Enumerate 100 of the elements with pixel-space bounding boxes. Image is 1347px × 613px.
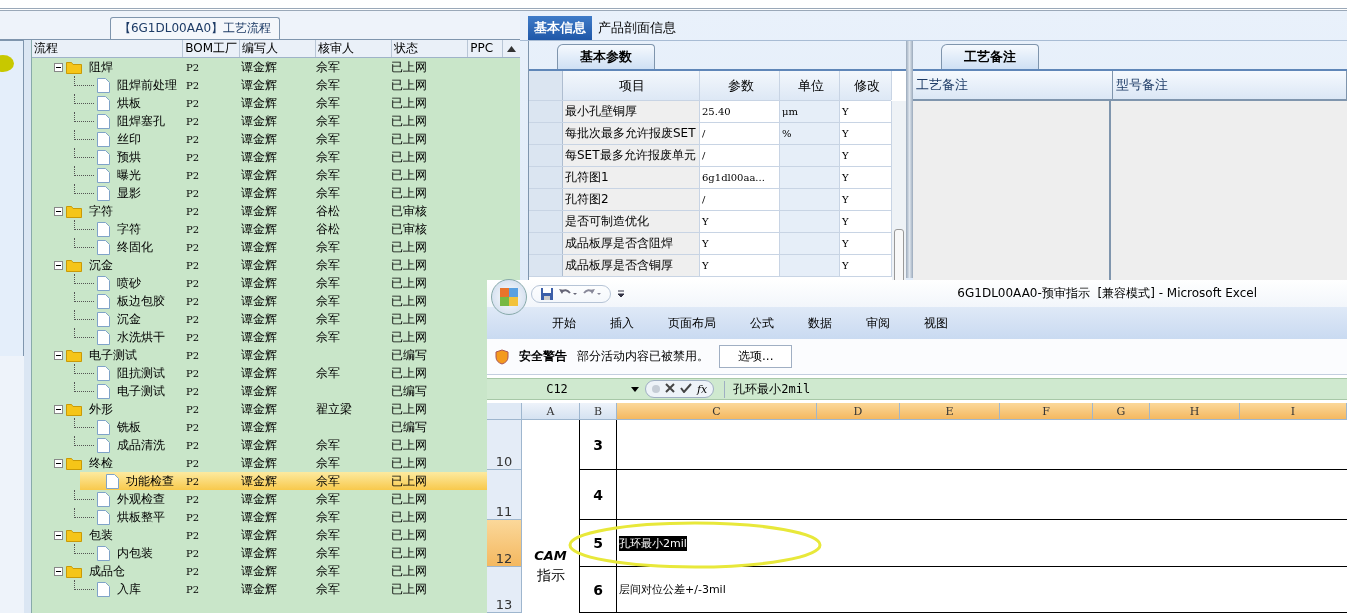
ribbon-tab[interactable]: 数据	[791, 314, 849, 332]
tree-row[interactable]: 阻焊塞孔 P2 谭金辉 佘军 已上网	[32, 112, 487, 130]
tree-row[interactable]: 烘板 P2 谭金辉 佘军 已上网	[32, 94, 487, 112]
tree-row[interactable]: 电子测试 P2 谭金辉 已编写	[32, 382, 487, 400]
ribbon-tab[interactable]: 页面布局	[651, 314, 733, 332]
column-header[interactable]: 型号备注	[1113, 71, 1347, 99]
column-header[interactable]: E	[900, 403, 1000, 420]
column-header[interactable]: 工艺备注	[913, 71, 1113, 99]
collapse-icon[interactable]	[54, 350, 63, 360]
dropdown-icon[interactable]	[631, 386, 639, 392]
formula-field[interactable]: 孔环最小2mil	[724, 380, 1347, 398]
tree-row[interactable]: 水洗烘干 P2 谭金辉 佘军 已上网	[32, 328, 487, 346]
table-cell-text: 谭金辉	[240, 274, 278, 292]
table-cell-text: 已上网	[390, 328, 428, 346]
ribbon-tab[interactable]: 插入	[593, 314, 651, 332]
ribbon-tab[interactable]: 审阅	[849, 314, 907, 332]
column-header[interactable]: I	[1240, 403, 1347, 420]
column-header[interactable]: 修改	[840, 71, 892, 100]
table-cell-text: 已审核	[390, 220, 428, 238]
collapse-icon[interactable]	[54, 530, 63, 540]
row-header[interactable]: 11	[487, 470, 522, 520]
notes-field[interactable]	[1111, 101, 1347, 281]
tree-row[interactable]: 沉金 P2 谭金辉 佘军 已上网	[32, 256, 487, 274]
column-header[interactable]: 核审人	[315, 40, 393, 57]
tree-row[interactable]: 铣板 P2 谭金辉 已编写	[32, 418, 487, 436]
column-header[interactable]: 编写人	[239, 40, 316, 57]
column-header[interactable]: 状态	[392, 40, 469, 57]
column-header[interactable]: G	[1093, 403, 1150, 420]
tree-row[interactable]: 阻焊前处理 P2 谭金辉 佘军 已上网	[32, 76, 487, 94]
column-header[interactable]: B	[580, 403, 617, 420]
tab[interactable]: 产品剖面信息	[592, 16, 682, 40]
tree-row[interactable]: 丝印 P2 谭金辉 佘军 已上网	[32, 130, 487, 148]
document-icon	[97, 419, 110, 435]
column-header[interactable]: 参数	[700, 71, 780, 100]
dropdown-icon[interactable]	[617, 289, 625, 298]
row-header[interactable]: 13	[487, 567, 522, 613]
splitter-handle[interactable]	[24, 40, 32, 613]
column-header[interactable]: H	[1150, 403, 1240, 420]
table-cell: 佘军	[316, 508, 340, 526]
tree-row[interactable]: 功能检查 P2 谭金辉 佘军 已上网	[80, 472, 487, 490]
tree-row[interactable]: 成品仓 P2 谭金辉 佘军 已上网	[32, 562, 487, 580]
table-cell-text: 已上网	[390, 526, 428, 544]
column-header[interactable]: 单位	[780, 71, 840, 100]
ribbon-tab[interactable]: 公式	[733, 314, 791, 332]
tab[interactable]: 基本参数	[557, 44, 655, 69]
tree-row[interactable]: 曝光 P2 谭金辉 佘军 已上网	[32, 166, 487, 184]
table-cell-text: 谭金辉	[240, 202, 278, 220]
options-button[interactable]: 选项...	[719, 345, 793, 369]
column-header[interactable]: A	[522, 403, 580, 420]
tree-row[interactable]: 外观检查 P2 谭金辉 佘军 已上网	[32, 490, 487, 508]
tree-row[interactable]: 喷砂 P2 谭金辉 佘军 已上网	[32, 274, 487, 292]
row-header[interactable]: 12	[487, 520, 522, 567]
tab[interactable]: 基本信息	[528, 16, 592, 40]
collapse-icon[interactable]	[54, 260, 63, 270]
collapse-icon[interactable]	[54, 62, 63, 72]
tree-row[interactable]: 外形 P2 谭金辉 翟立梁 已上网	[32, 400, 487, 418]
scrollbar[interactable]	[892, 101, 906, 280]
ribbon-tab[interactable]: 开始	[535, 314, 593, 332]
column-header[interactable]: BOM工厂	[183, 40, 240, 57]
tree-row[interactable]: 内包装 P2 谭金辉 佘军 已上网	[32, 544, 487, 562]
table-cell: 每SET最多允许报废单元	[563, 145, 700, 166]
collapse-icon[interactable]	[54, 206, 63, 216]
tree-row[interactable]: 字符 P2 谭金辉 谷松 已审核	[32, 202, 487, 220]
tree-row[interactable]: 阻焊 P2 谭金辉 佘军 已上网	[32, 58, 487, 76]
column-header[interactable]: D	[817, 403, 900, 420]
column-header[interactable]: F	[1000, 403, 1093, 420]
tree-row[interactable]: 阻抗测试 P2 谭金辉 佘军 已上网	[32, 364, 487, 382]
table-cell: 佘军	[316, 238, 340, 256]
column-header[interactable]: C	[617, 403, 817, 420]
notes-field[interactable]	[913, 101, 1111, 281]
name-box[interactable]: C12	[487, 382, 627, 397]
insert-function-button[interactable]: fx	[697, 382, 708, 396]
folder-icon	[66, 258, 82, 272]
row-header[interactable]: 10	[487, 420, 522, 470]
select-all-corner[interactable]	[487, 403, 522, 420]
panel-title-tab[interactable]: 【6G1DL00AA0】工艺流程	[109, 17, 281, 39]
tree-row[interactable]: 包装 P2 谭金辉 佘军 已上网	[32, 526, 487, 544]
tree-row[interactable]: 入库 P2 谭金辉 佘军 已上网	[32, 580, 487, 598]
save-icon[interactable]	[540, 286, 554, 301]
tree-row[interactable]: 终固化 P2 谭金辉 佘军 已上网	[32, 238, 487, 256]
tree-row[interactable]: 烘板整平 P2 谭金辉 佘军 已上网	[32, 508, 487, 526]
table-cell-text: 谭金辉	[240, 58, 278, 76]
tree-row[interactable]: 成品清洗 P2 谭金辉 佘军 已上网	[32, 436, 487, 454]
tree-row[interactable]: 沉金 P2 谭金辉 佘军 已上网	[32, 310, 487, 328]
column-header[interactable]: 项目	[563, 71, 700, 100]
splitter-handle[interactable]	[906, 41, 913, 278]
table-cell-text: P2	[185, 402, 201, 417]
tree-row[interactable]: 预烘 P2 谭金辉 佘军 已上网	[32, 148, 487, 166]
tab[interactable]: 工艺备注	[941, 44, 1039, 69]
table-cell-text: P2	[185, 294, 201, 309]
collapse-icon[interactable]	[54, 566, 63, 576]
column-header[interactable]: 流程	[32, 40, 184, 57]
tree-row[interactable]: 终检 P2 谭金辉 佘军 已上网	[32, 454, 487, 472]
tree-row[interactable]: 字符 P2 谭金辉 谷松 已审核	[32, 220, 487, 238]
tree-row[interactable]: 显影 P2 谭金辉 佘军 已上网	[32, 184, 487, 202]
collapse-icon[interactable]	[54, 458, 63, 468]
tree-row[interactable]: 板边包胶 P2 谭金辉 佘军 已上网	[32, 292, 487, 310]
ribbon-tab[interactable]: 视图	[907, 314, 965, 332]
tree-row[interactable]: 电子测试 P2 谭金辉 已编写	[32, 346, 487, 364]
collapse-icon[interactable]	[54, 404, 63, 414]
